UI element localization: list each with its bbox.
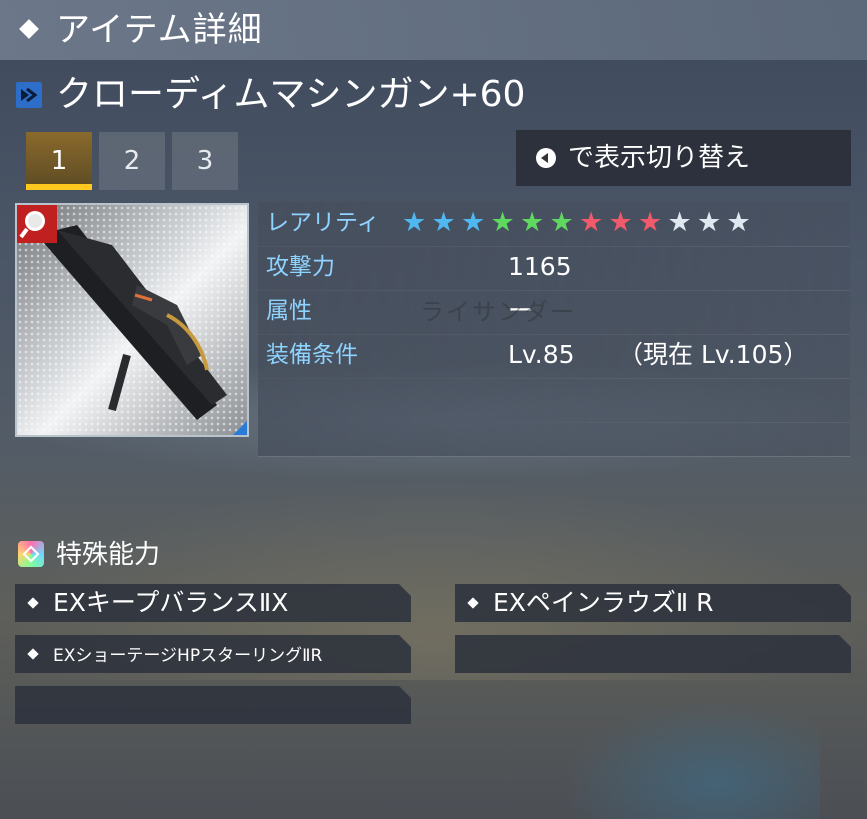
item-name: クローディムマシンガン+60 (56, 74, 526, 115)
star-icon: ★ (638, 207, 663, 238)
star-icon: ★ (520, 207, 545, 238)
star-icon: ★ (461, 207, 486, 238)
star-icon: ★ (697, 207, 722, 238)
star-icon: ★ (549, 207, 574, 238)
ability-slot-5 (15, 686, 411, 724)
requirement-value: Lv.85 (508, 340, 575, 369)
ability-name: EXショーテージHPスターリングⅡR (53, 646, 323, 666)
star-icon: ★ (667, 207, 692, 238)
bullet-icon (467, 597, 478, 608)
requirement-label: 装備条件 (266, 342, 358, 368)
corner-marker (233, 421, 247, 435)
item-thumbnail (15, 203, 249, 437)
left-button-icon (536, 148, 556, 168)
ability-slot-4 (455, 635, 851, 673)
ability-slot-1[interactable]: EXキープバランスⅡX (15, 584, 411, 622)
empty-row (258, 378, 850, 423)
attack-row: 攻撃力 1165 (258, 246, 850, 291)
display-toggle[interactable]: で表示切り替え (516, 130, 851, 186)
tab-2[interactable]: 2 (99, 132, 165, 190)
bullet-icon (27, 597, 38, 608)
bullet-icon (27, 648, 38, 659)
twin-machine-gun-icon (16, 82, 42, 108)
diamond-icon (19, 19, 39, 39)
header-bar: アイテム詳細 (0, 0, 867, 60)
ability-slot-3[interactable]: EXショーテージHPスターリングⅡR (15, 635, 411, 673)
special-ability-title: 特殊能力 (56, 540, 161, 570)
ability-name: EXペインラウズⅡ R (493, 588, 714, 617)
requirement-row: 装備条件 Lv.85 （現在 Lv.105） (258, 334, 850, 379)
attack-label: 攻撃力 (266, 254, 335, 280)
rarity-label: レアリティ (266, 210, 380, 236)
tab-1[interactable]: 1 (26, 132, 92, 190)
attack-value: 1165 (508, 252, 572, 281)
magnifier-badge-icon (17, 205, 57, 243)
tab-3[interactable]: 3 (172, 132, 238, 190)
star-icon: ★ (490, 207, 515, 238)
current-level: （現在 Lv.105） (618, 340, 809, 369)
ability-name: EXキープバランスⅡX (53, 588, 289, 617)
page-title: アイテム詳細 (56, 10, 263, 50)
star-icon: ★ (402, 207, 427, 238)
element-watermark: ライサンダー (420, 298, 576, 326)
special-ability-icon (18, 541, 44, 567)
star-icon: ★ (431, 207, 456, 238)
background-blur (560, 700, 820, 819)
star-icon: ★ (608, 207, 633, 238)
rarity-row: レアリティ ★ ★ ★ ★ ★ ★ ★ ★ ★ ★ ★ ★ (258, 202, 850, 247)
element-label: 属性 (266, 298, 312, 324)
star-icon: ★ (579, 207, 604, 238)
star-icon: ★ (726, 207, 751, 238)
empty-row (258, 422, 850, 457)
ability-slot-2[interactable]: EXペインラウズⅡ R (455, 584, 851, 622)
display-toggle-label: で表示切り替え (568, 143, 751, 173)
